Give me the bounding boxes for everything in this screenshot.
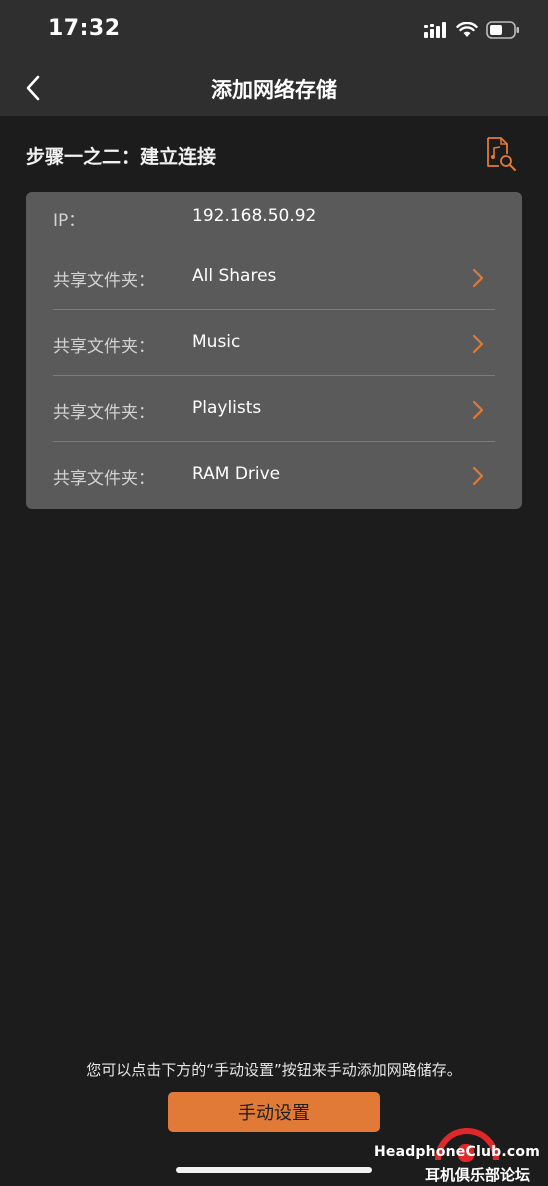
- share-name: Playlists: [192, 398, 262, 418]
- cellular-signal-icon: [424, 22, 446, 38]
- watermark-subtext: 耳机俱乐部论坛: [424, 1166, 530, 1184]
- battery-icon: [486, 21, 519, 39]
- ip-value: 192.168.50.92: [192, 206, 317, 226]
- nav-bar: 添加网络存储: [0, 60, 548, 116]
- manual-setup-hint: 您可以点击下方的“手动设置”按钮来手动添加网路储存。: [86, 1061, 462, 1079]
- share-label: 共享文件夹：: [53, 337, 155, 357]
- share-name: All Shares: [192, 266, 277, 286]
- chevron-right-icon: [472, 466, 484, 486]
- wifi-icon: [456, 22, 478, 37]
- chevron-right-icon: [472, 334, 484, 354]
- chevron-right-icon: [472, 268, 484, 288]
- connection-card: IP： 192.168.50.92 共享文件夹： All Shares 共享文件…: [26, 192, 522, 509]
- share-label: 共享文件夹：: [53, 403, 155, 423]
- share-label: 共享文件夹：: [53, 271, 155, 291]
- share-row-ram-drive[interactable]: 共享文件夹： RAM Drive: [53, 442, 495, 508]
- watermark-logo: HeadphoneClub.com 耳机俱乐部论坛: [374, 1124, 544, 1186]
- ip-label: IP：: [53, 211, 86, 231]
- watermark-text: HeadphoneClub.com: [373, 1144, 540, 1160]
- status-bar: 17:32: [0, 0, 548, 60]
- share-row-music[interactable]: 共享文件夹： Music: [53, 310, 495, 376]
- file-search-button[interactable]: [484, 136, 518, 172]
- file-search-icon: [487, 137, 516, 171]
- page-title: 添加网络存储: [211, 78, 337, 102]
- step-header: 步骤一之二：建立连接: [0, 116, 548, 192]
- share-name: Music: [192, 332, 241, 352]
- home-indicator[interactable]: [176, 1167, 372, 1173]
- manual-setup-button[interactable]: 手动设置: [168, 1092, 380, 1132]
- chevron-right-icon: [472, 400, 484, 420]
- share-row-all-shares[interactable]: 共享文件夹： All Shares: [53, 244, 495, 310]
- share-name: RAM Drive: [192, 464, 281, 484]
- share-label: 共享文件夹：: [53, 469, 155, 489]
- step-title: 步骤一之二：建立连接: [26, 146, 217, 168]
- share-row-playlists[interactable]: 共享文件夹： Playlists: [53, 376, 495, 442]
- status-icons: [424, 19, 520, 41]
- status-time: 17:32: [48, 16, 121, 41]
- ip-row: IP： 192.168.50.92: [53, 206, 493, 232]
